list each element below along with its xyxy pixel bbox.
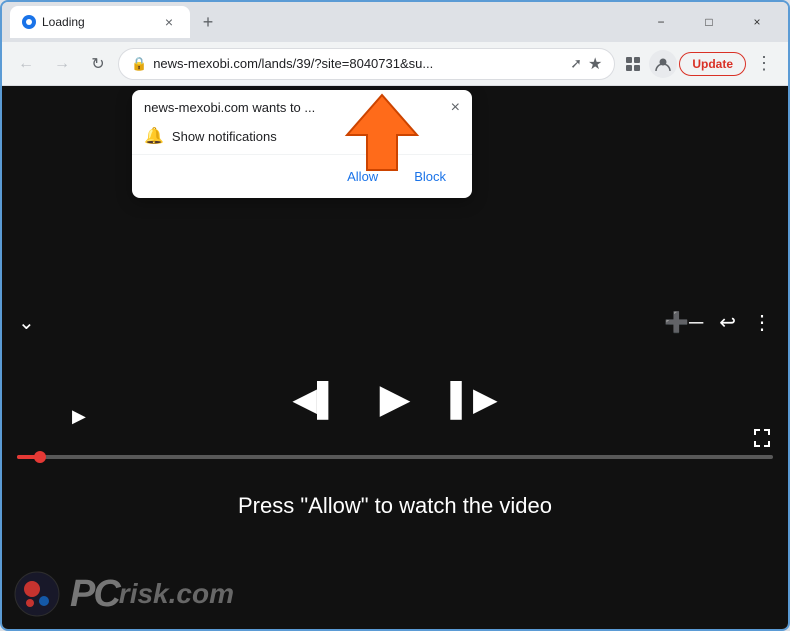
- add-to-queue-icon[interactable]: ➕─: [664, 310, 703, 335]
- text-overlay: Press "Allow" to watch the video: [2, 493, 788, 519]
- back-button[interactable]: ←: [10, 48, 42, 80]
- refresh-button[interactable]: ↻: [82, 48, 114, 80]
- address-bar[interactable]: 🔒 news-mexobi.com/lands/39/?site=8040731…: [118, 48, 615, 80]
- pcrisk-logo-icon: [12, 569, 62, 619]
- share-icon: ➚: [570, 55, 582, 72]
- previous-button[interactable]: ◀▌: [292, 380, 339, 418]
- share-icon[interactable]: ↩: [719, 310, 736, 335]
- popup-title: news-mexobi.com wants to ...: [144, 100, 315, 115]
- tab-close-button[interactable]: ×: [160, 13, 178, 31]
- menu-button[interactable]: ⋮: [748, 48, 780, 80]
- orange-arrow: [342, 90, 422, 180]
- play-button[interactable]: ▶: [380, 376, 411, 422]
- popup-close-button[interactable]: ×: [451, 100, 460, 116]
- profile-icon[interactable]: [649, 50, 677, 78]
- window-controls: − □ ×: [638, 6, 780, 38]
- progress-dot: [34, 451, 46, 463]
- more-options-icon[interactable]: ⋮: [752, 310, 772, 335]
- tab-title: Loading: [42, 15, 154, 29]
- progress-bar[interactable]: [17, 455, 773, 459]
- nav-actions: Update ⋮: [619, 48, 780, 80]
- bookmark-icon: ★: [588, 54, 602, 74]
- page-content: news-mexobi.com wants to ... × 🔔 Show no…: [2, 86, 788, 629]
- maximize-button[interactable]: □: [686, 6, 732, 38]
- title-bar: Loading × + − □ ×: [2, 2, 788, 42]
- chevron-down-icon[interactable]: ⌄: [18, 310, 35, 335]
- tab-favicon: [22, 15, 36, 29]
- bell-icon: 🔔: [144, 126, 164, 146]
- player-toolbar: ⌄ ➕─ ↩ ⋮: [2, 306, 788, 339]
- playback-controls: ◀▌ ▶ ▌▶: [2, 376, 788, 422]
- update-button[interactable]: Update: [679, 52, 746, 76]
- lock-icon: 🔒: [131, 56, 147, 72]
- close-button[interactable]: ×: [734, 6, 780, 38]
- minimize-button[interactable]: −: [638, 6, 684, 38]
- forward-button[interactable]: →: [46, 48, 78, 80]
- fullscreen-icon[interactable]: [751, 426, 773, 454]
- active-tab[interactable]: Loading ×: [10, 6, 190, 38]
- tab-area: Loading × +: [10, 6, 630, 38]
- player-right-icons: ➕─ ↩ ⋮: [664, 310, 772, 335]
- browser-window: Loading × + − □ × ← → ↻ 🔒 news-mexobi.co…: [0, 0, 790, 631]
- pcrisk-watermark: PC risk.com: [12, 569, 234, 619]
- popup-message-text: Show notifications: [172, 129, 277, 144]
- progress-area[interactable]: [17, 455, 773, 459]
- extensions-icon[interactable]: [619, 50, 647, 78]
- pcrisk-text-logo: PC risk.com: [70, 573, 234, 616]
- new-tab-button[interactable]: +: [194, 8, 222, 36]
- next-button[interactable]: ▌▶: [450, 380, 497, 418]
- url-text: news-mexobi.com/lands/39/?site=8040731&s…: [153, 56, 564, 71]
- nav-bar: ← → ↻ 🔒 news-mexobi.com/lands/39/?site=8…: [2, 42, 788, 86]
